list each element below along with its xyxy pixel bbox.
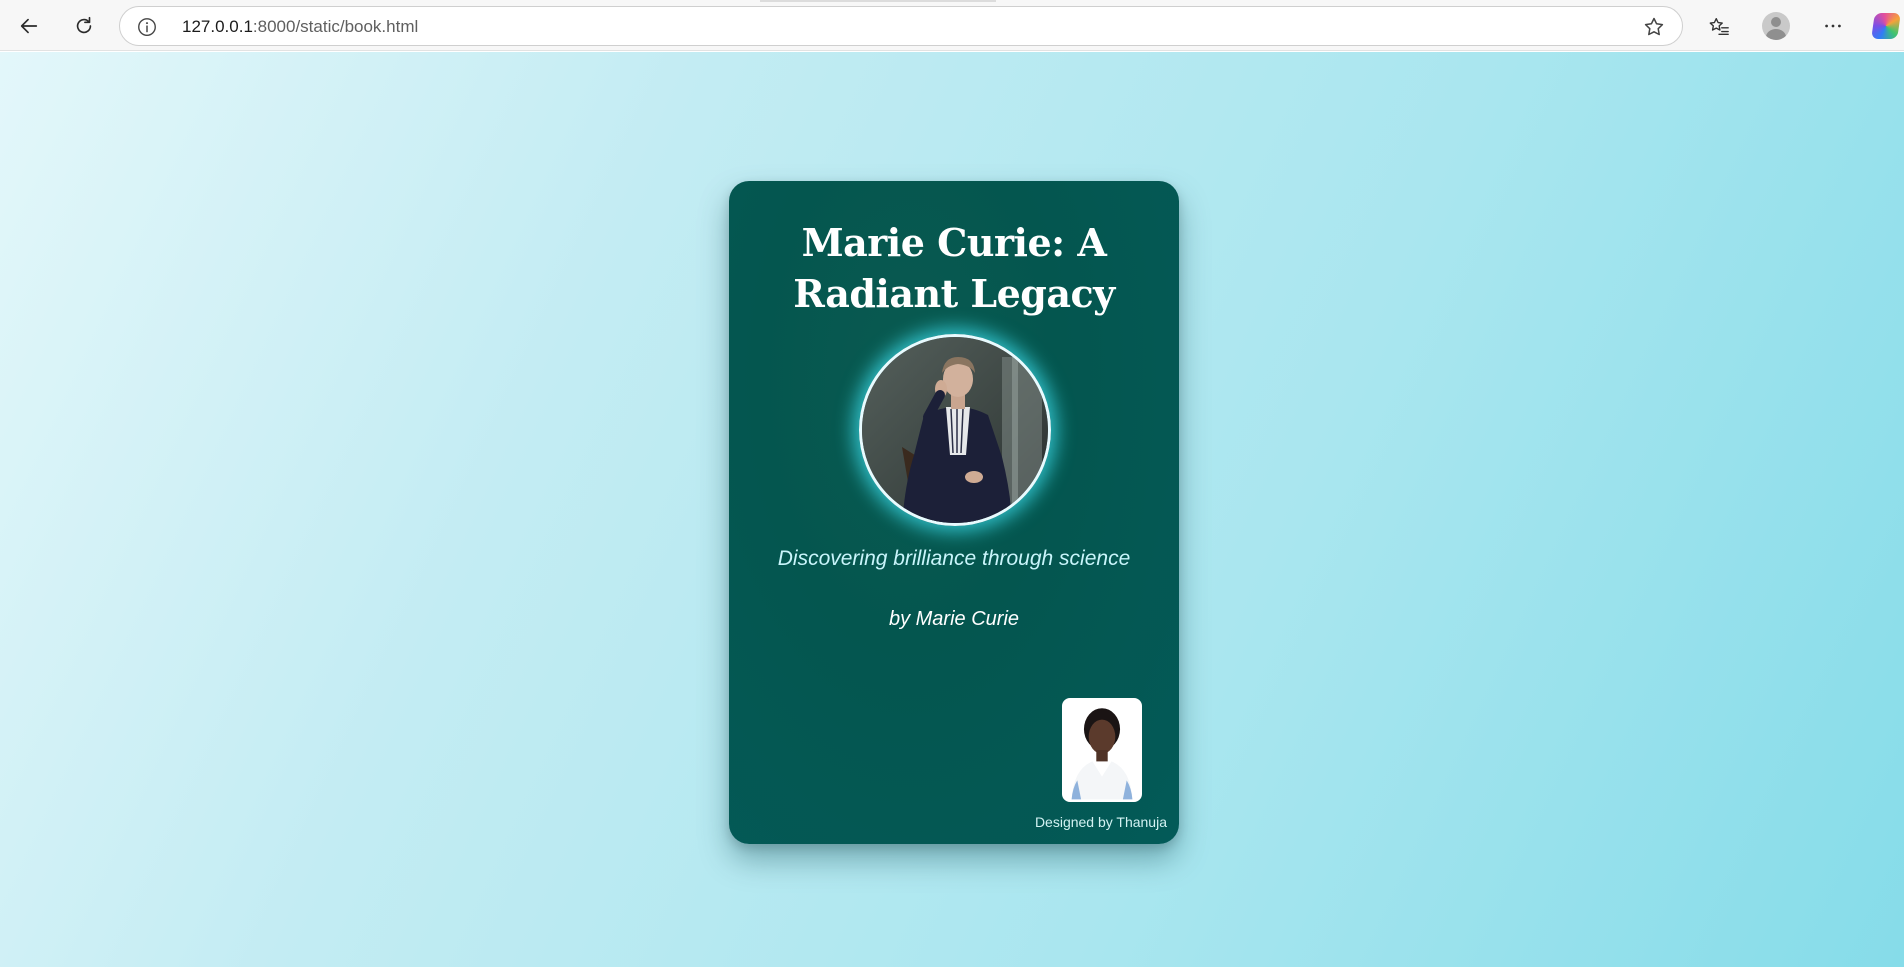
favorite-star-icon[interactable] (1642, 15, 1666, 39)
favorites-list-icon (1709, 17, 1729, 35)
browser-toolbar: 127.0.0.1:8000/static/book.html (0, 0, 1904, 51)
page-viewport: Marie Curie: A Radiant Legacy Discoverin… (0, 52, 1904, 967)
copilot-icon (1871, 13, 1901, 39)
book-cover-card: Marie Curie: A Radiant Legacy Discoverin… (729, 181, 1179, 844)
address-bar[interactable]: 127.0.0.1:8000/static/book.html (119, 6, 1683, 46)
site-info-icon[interactable] (136, 16, 158, 38)
reload-icon (76, 16, 92, 34)
book-title: Marie Curie: A Radiant Legacy (793, 220, 1115, 316)
more-menu-icon (1825, 24, 1841, 28)
tab-strip-edge (760, 0, 996, 2)
profile-icon (1762, 12, 1790, 40)
book-subtitle: Discovering brilliance through science (777, 547, 1131, 570)
marie-curie-portrait-image (862, 337, 1048, 523)
back-arrow-icon (20, 18, 38, 34)
designer-photo (1062, 698, 1142, 802)
profile-button[interactable] (1758, 8, 1794, 44)
more-menu-button[interactable] (1815, 8, 1851, 44)
designer-credit: Designed by Thanuja (1034, 814, 1167, 830)
url-host: 127.0.0.1 (182, 17, 253, 36)
author-portrait (859, 334, 1051, 526)
designer-portrait-image (1064, 700, 1140, 800)
reload-button[interactable] (66, 8, 102, 44)
favorites-button[interactable] (1701, 8, 1737, 44)
url-path: :8000/static/book.html (252, 17, 419, 36)
back-button[interactable] (11, 8, 47, 44)
copilot-button[interactable] (1868, 8, 1904, 44)
url-text[interactable]: 127.0.0.1:8000/static/book.html (182, 17, 418, 37)
author-byline: by Marie Curie (888, 608, 1020, 630)
